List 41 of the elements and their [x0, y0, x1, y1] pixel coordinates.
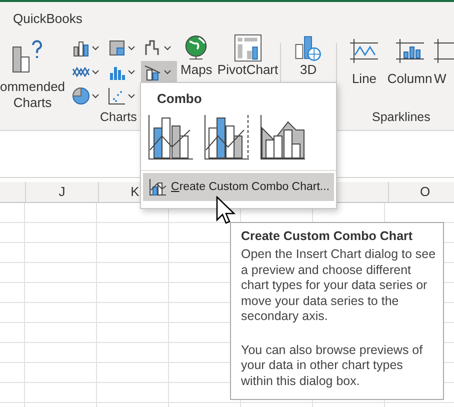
- sparkline-button[interactable]: W: [434, 71, 446, 87]
- recommended-charts-button[interactable]: ommended Charts: [0, 79, 66, 111]
- line-sparkline-icon: [350, 39, 378, 63]
- tooltip-text: You can also browse previews of your data in other chart types within this dialog box.: [241, 342, 424, 389]
- caret-icon: [128, 94, 136, 98]
- scatter-chart-icon: [108, 87, 126, 105]
- pivot-chart-icon: [234, 34, 262, 62]
- column-header[interactable]: O: [389, 182, 454, 202]
- group-label: Charts: [100, 110, 137, 124]
- secondary-axis-chart-icon[interactable]: [204, 114, 250, 160]
- sparkline-button[interactable]: Column: [387, 71, 432, 87]
- pie-chart-icon: [72, 87, 90, 105]
- recommended-charts-icon: [12, 39, 42, 73]
- column-chart-icon: [72, 39, 90, 57]
- create-custom-combo-chart-item[interactable]: Create Custom Combo Chart...: [143, 173, 334, 201]
- caret-icon: [164, 70, 172, 74]
- group-label: Sparklines: [372, 110, 430, 124]
- 3d-map-button[interactable]: 3D: [300, 62, 317, 78]
- hierarchy-chart-icon: [108, 39, 126, 57]
- 3d-map-icon: [294, 34, 322, 62]
- tooltip-title: Create Custom Combo Chart: [241, 229, 414, 243]
- menu-heading: Combo: [157, 91, 203, 106]
- caret-icon: [128, 70, 136, 74]
- stacked-area-column-chart-icon[interactable]: [260, 114, 306, 160]
- caret-icon: [92, 94, 100, 98]
- column-sparkline-icon: [396, 39, 424, 63]
- clustered-column-line-chart-icon[interactable]: [148, 114, 194, 160]
- ribbon-tab[interactable]: QuickBooks: [13, 11, 454, 31]
- pivot-chart-button[interactable]: PivotChart: [217, 62, 278, 78]
- sparkline-button[interactable]: Line: [352, 71, 377, 87]
- globe-icon: [184, 34, 208, 62]
- caret-icon: [92, 70, 100, 74]
- combo-chart-icon: [149, 178, 167, 196]
- sparkline-icon: [434, 39, 454, 63]
- combo-chart-button[interactable]: [141, 61, 178, 83]
- caret-icon: [128, 46, 136, 50]
- caret-icon: [164, 46, 172, 50]
- caret-icon: [92, 46, 100, 50]
- tooltip-text: Open the Insert Chart dialog to see a preview and choose different chart types for your data series or move your data series to the secondary axis.: [241, 247, 437, 324]
- maps-button[interactable]: Maps: [180, 62, 212, 78]
- column-header[interactable]: J: [26, 182, 99, 202]
